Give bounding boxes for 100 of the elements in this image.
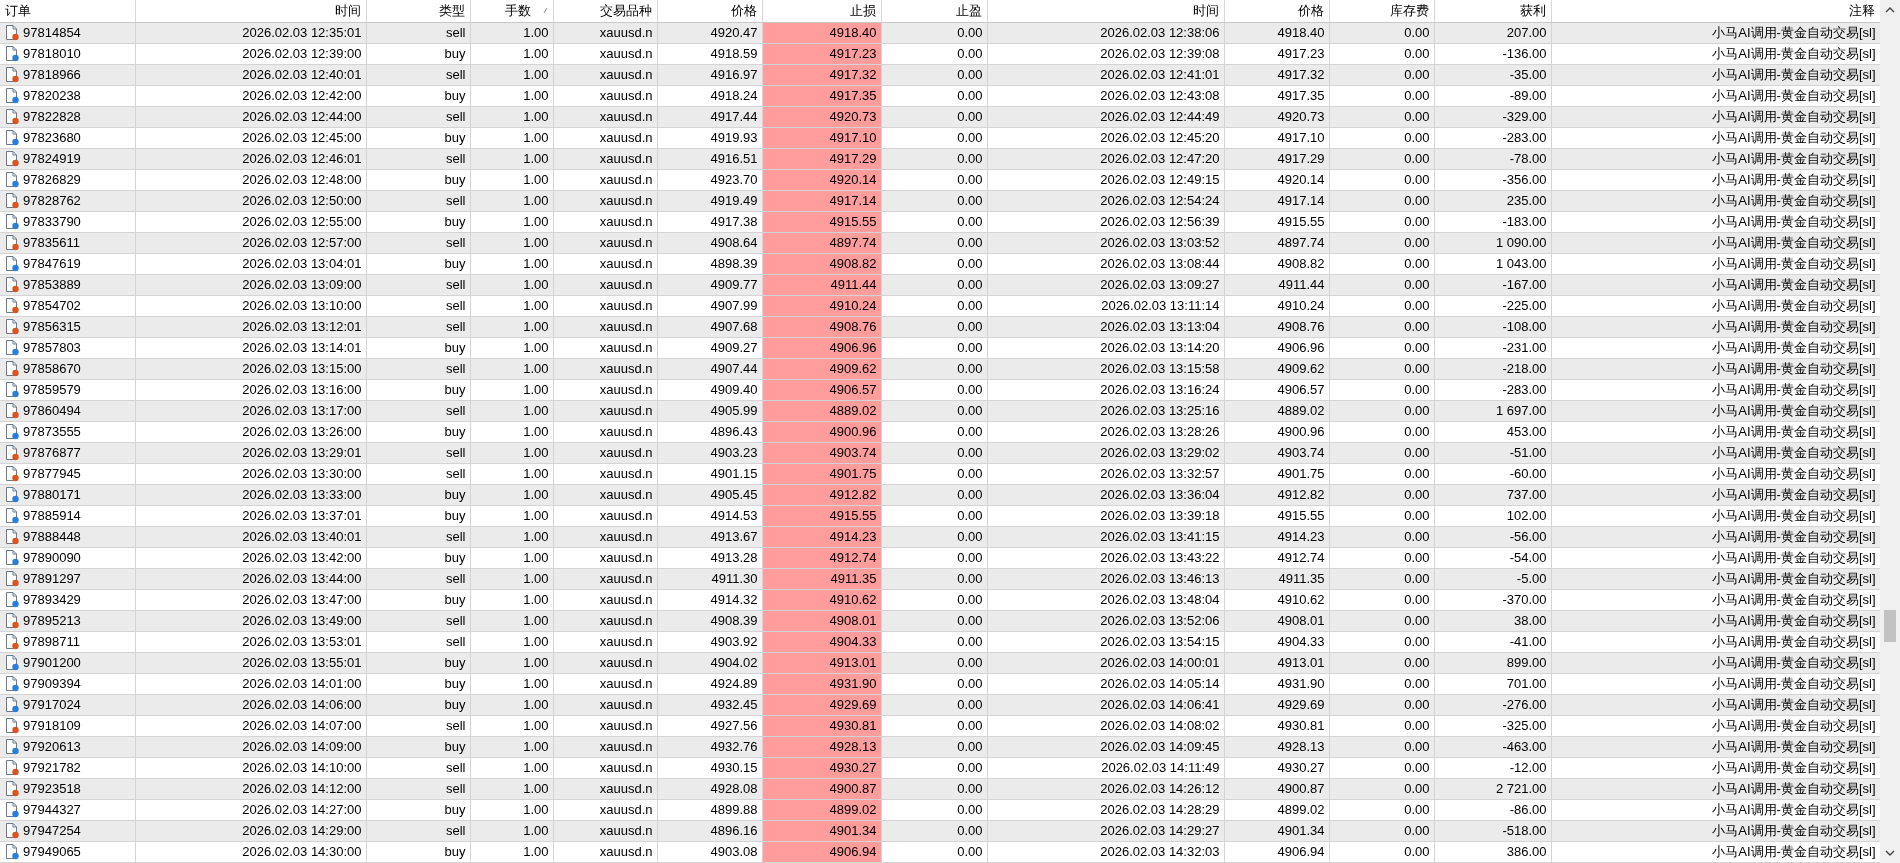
table-cell: 4903.74 xyxy=(1277,444,1325,460)
table-cell: 0.00 xyxy=(957,171,983,187)
table-cell: 4908.01 xyxy=(1277,612,1325,628)
table-cell: 2026.02.03 13:29:01 xyxy=(242,444,362,460)
table-cell: -167.00 xyxy=(1502,276,1547,292)
table-cell: 4905.45 xyxy=(710,486,758,502)
table-cell: 0.00 xyxy=(1404,654,1430,670)
table-cell: buy xyxy=(444,423,466,439)
table-cell: 0.00 xyxy=(1404,444,1430,460)
column-header[interactable]: 类型 xyxy=(438,1,465,21)
table-cell: 小马AI调用-黄金自动交易[sl] xyxy=(1712,402,1876,418)
table-cell: -89.00 xyxy=(1509,87,1547,103)
table-cell: -283.00 xyxy=(1502,381,1547,397)
table-cell: buy xyxy=(444,339,466,355)
table-cell: -283.00 xyxy=(1502,129,1547,145)
table-cell: 0.00 xyxy=(957,234,983,250)
table-cell: xauusd.n xyxy=(599,528,653,544)
table-cell: 0.00 xyxy=(957,213,983,229)
table-cell: 2026.02.03 13:52:06 xyxy=(1100,612,1220,628)
table-cell: 4917.35 xyxy=(829,87,877,103)
table-cell: 0.00 xyxy=(1404,738,1430,754)
table-cell: 小马AI调用-黄金自动交易[sl] xyxy=(1712,360,1876,376)
table-cell: 4932.76 xyxy=(710,738,758,754)
table-cell: 1.00 xyxy=(523,738,549,754)
table-cell-text: 97888448 xyxy=(23,527,81,546)
column-header[interactable]: 时间 xyxy=(1192,1,1219,21)
column-header[interactable]: 止盈 xyxy=(955,1,982,21)
table-cell: 2026.02.03 12:43:08 xyxy=(1100,87,1220,103)
table-cell: 4908.01 xyxy=(829,612,877,628)
table-cell: 小马AI调用-黄金自动交易[sl] xyxy=(1712,549,1876,565)
table-cell: 0.00 xyxy=(1404,171,1430,187)
table-cell: 小马AI调用-黄金自动交易[sl] xyxy=(1712,234,1876,250)
table-cell: 0.00 xyxy=(1404,570,1430,586)
column-header[interactable]: 时间 xyxy=(334,1,361,21)
table-cell: 2026.02.03 13:08:44 xyxy=(1100,255,1220,271)
table-cell: 4909.62 xyxy=(1277,360,1325,376)
table-cell: buy xyxy=(444,843,466,859)
table-cell: 2026.02.03 13:17:00 xyxy=(242,402,362,418)
table-cell: sell xyxy=(446,570,466,586)
table-cell: 453.00 xyxy=(1506,423,1547,439)
column-header[interactable]: 订单 xyxy=(5,1,31,21)
column-header[interactable]: 价格 xyxy=(1297,1,1324,21)
table-cell-text: 97893429 xyxy=(23,590,81,609)
table-cell: 1.00 xyxy=(523,87,549,103)
column-header[interactable]: 止损 xyxy=(849,1,876,21)
table-cell: 2026.02.03 13:16:24 xyxy=(1100,381,1220,397)
table-cell: xauusd.n xyxy=(599,612,653,628)
table-cell: 1.00 xyxy=(523,381,549,397)
column-header[interactable]: 手数 xyxy=(504,1,531,21)
table-cell: 小马AI调用-黄金自动交易[sl] xyxy=(1712,276,1876,292)
table-cell: 1.00 xyxy=(523,528,549,544)
column-header[interactable]: 获利 xyxy=(1519,1,1546,21)
scrollbar-thumb[interactable] xyxy=(1884,610,1896,642)
table-cell: 1.00 xyxy=(523,822,549,838)
table-cell: 0.00 xyxy=(1404,66,1430,82)
table-cell: 4917.35 xyxy=(1277,87,1325,103)
table-cell: 0.00 xyxy=(957,318,983,334)
table-cell: xauusd.n xyxy=(599,444,653,460)
table-cell: 0.00 xyxy=(957,276,983,292)
column-header[interactable]: 价格 xyxy=(730,1,757,21)
arrow-down-icon xyxy=(1885,850,1895,856)
table-cell: 4913.28 xyxy=(710,549,758,565)
table-cell: 小马AI调用-黄金自动交易[sl] xyxy=(1712,318,1876,334)
table-cell-text: 97859579 xyxy=(23,380,81,399)
table-cell: 4908.64 xyxy=(710,234,758,250)
table-cell: 小马AI调用-黄金自动交易[sl] xyxy=(1712,612,1876,628)
table-cell: 4901.75 xyxy=(829,465,877,481)
table-cell-text: 97949065 xyxy=(23,842,81,861)
table-cell: -136.00 xyxy=(1502,45,1547,61)
table-cell: 4920.73 xyxy=(1277,108,1325,124)
table-cell: 2026.02.03 14:06:00 xyxy=(242,696,362,712)
table-cell: -218.00 xyxy=(1502,360,1547,376)
table-cell: 4897.74 xyxy=(1277,234,1325,250)
table-cell: 4917.38 xyxy=(710,213,758,229)
table-cell: 0.00 xyxy=(957,66,983,82)
column-header[interactable]: 注释 xyxy=(1848,1,1875,21)
table-cell: 1.00 xyxy=(523,360,549,376)
table-cell: xauusd.n xyxy=(599,318,653,334)
table-cell: 0.00 xyxy=(957,402,983,418)
table-cell: 0.00 xyxy=(957,150,983,166)
table-cell-text: 97858670 xyxy=(23,359,81,378)
table-cell: 4930.15 xyxy=(710,759,758,775)
table-cell: 899.00 xyxy=(1506,654,1547,670)
table-cell: 207.00 xyxy=(1506,24,1547,40)
table-cell: 4912.74 xyxy=(829,549,877,565)
table-cell: 4903.92 xyxy=(710,633,758,649)
table-cell: 2026.02.03 14:01:00 xyxy=(242,675,362,691)
table-cell: 4916.97 xyxy=(710,66,758,82)
table-cell: 0.00 xyxy=(957,507,983,523)
table-cell: xauusd.n xyxy=(599,780,653,796)
table-cell: 4924.89 xyxy=(710,675,758,691)
table-cell: 1.00 xyxy=(523,129,549,145)
column-header[interactable]: 库存费 xyxy=(1389,1,1429,21)
table-cell: 4910.24 xyxy=(829,297,877,313)
table-cell: 4917.32 xyxy=(829,66,877,82)
table-cell: 0.00 xyxy=(957,612,983,628)
table-cell: 小马AI调用-黄金自动交易[sl] xyxy=(1712,822,1876,838)
table-cell: 2026.02.03 13:10:00 xyxy=(242,297,362,313)
table-cell: 4917.14 xyxy=(829,192,877,208)
column-header[interactable]: 交易品种 xyxy=(599,1,652,21)
